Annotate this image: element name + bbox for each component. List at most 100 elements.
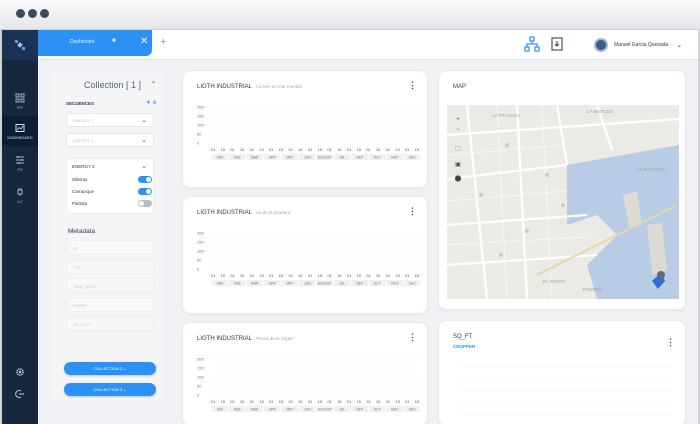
x-month-label: JUN xyxy=(304,282,311,286)
card-title: LIGTH INDUSTRIAL Ao de la ribadera xyxy=(197,210,291,216)
window-close-dot[interactable] xyxy=(16,9,25,18)
card-title: LIGTH INDUSTRIAL Pesca de la Virgen xyxy=(197,336,294,342)
image-chart-icon xyxy=(15,123,25,132)
chevron-down-icon[interactable]: ⌄ xyxy=(141,162,147,170)
x-month-label: APR xyxy=(269,156,277,160)
x-month-label: NOV xyxy=(391,282,399,286)
chevron-up-icon[interactable]: ⌃ xyxy=(150,80,157,89)
x-month-label: DEC xyxy=(409,408,417,412)
tab-dashboard[interactable]: Dashboard ■ ✕ xyxy=(38,30,152,56)
x-day-label: 15 xyxy=(298,147,303,152)
rail-item-grid[interactable]: KPI xyxy=(2,86,38,116)
x-day-label: 15 xyxy=(337,273,342,278)
sequences-label: SECUENCES xyxy=(66,101,95,106)
y-tick-label: 0 xyxy=(197,393,200,398)
add-tab-button[interactable]: + xyxy=(160,36,166,48)
x-day-label: 01 xyxy=(405,147,410,152)
x-month-label: JUL xyxy=(339,408,345,412)
x-day-label: 15 xyxy=(395,273,400,278)
x-day-label: 01 xyxy=(308,399,313,404)
fullscreen-icon[interactable]: ⬚ xyxy=(454,145,462,152)
toggle-switch[interactable] xyxy=(138,200,152,207)
toggle-switch[interactable] xyxy=(138,176,152,183)
x-day-label: 15 xyxy=(376,273,381,278)
x-day-label: 01 xyxy=(327,147,332,152)
rail-item-plug[interactable]: IoT xyxy=(2,180,38,210)
toggle-label: Palmita xyxy=(72,201,88,206)
y-tick-label: 150 xyxy=(197,240,204,245)
window-minimize-dot[interactable] xyxy=(28,9,37,18)
map-label: EL ROSTO xyxy=(543,279,566,284)
x-month-label: JUN xyxy=(304,408,311,412)
chart-card-2: LIGTH INDUSTRIAL Ao de la ribadera ⋮ 200 1… xyxy=(182,196,428,314)
toggle-switch[interactable] xyxy=(138,188,152,195)
map-label: LA MERCED xyxy=(587,109,614,114)
filter-settings-icon[interactable]: ▼ ⚙ xyxy=(146,100,157,106)
metadata-field[interactable]: ID xyxy=(66,240,154,255)
map-tiles: LA TRAVESIA LA MERCED LA MACOSTA EL ROST… xyxy=(447,105,679,299)
kebab-menu-icon[interactable]: ⋮ xyxy=(408,206,417,217)
x-month-label: APR xyxy=(269,408,277,412)
window-maximize-dot[interactable] xyxy=(40,9,49,18)
map-view[interactable]: LA TRAVESIA LA MERCED LA MACOSTA EL ROST… xyxy=(447,105,679,299)
sitemap-icon[interactable] xyxy=(524,36,540,52)
button-label: COLLECTION 3 ⌄ xyxy=(93,387,127,392)
x-month-label: AUGUST xyxy=(318,156,332,160)
x-month-label: MAR xyxy=(251,408,259,412)
metadata-field[interactable]: TIME_ZONE xyxy=(66,278,154,293)
pin-icon[interactable]: ■ xyxy=(112,38,116,44)
x-month-label: JUL xyxy=(339,156,345,160)
toggle-row: Palmita xyxy=(72,199,152,209)
document-download-icon[interactable] xyxy=(549,36,565,52)
metadata-field[interactable]: TST xyxy=(66,259,154,274)
tab-close-button[interactable]: ✕ xyxy=(140,36,148,47)
x-day-label: 15 xyxy=(240,399,245,404)
x-day-label: 01 xyxy=(405,399,410,404)
x-day-label: 15 xyxy=(318,399,323,404)
user-menu[interactable]: Manuel Garcia Quesada ⌄ xyxy=(594,38,682,52)
zoom-out-button[interactable]: − xyxy=(454,127,462,133)
x-day-label: 15 xyxy=(298,399,303,404)
x-month-label: OCT xyxy=(374,282,381,286)
x-day-label: 01 xyxy=(366,399,371,404)
x-day-label: 15 xyxy=(279,273,284,278)
app-logo[interactable] xyxy=(2,30,38,60)
x-day-label: 15 xyxy=(356,147,361,152)
collection-3-button[interactable]: COLLECTION 3 ⌄ xyxy=(64,383,156,396)
chart-card-3: LIGTH INDUSTRIAL Pesca de la Virgen ⋮ 200… xyxy=(182,322,428,424)
rail-logout[interactable] xyxy=(2,380,38,410)
metadata-field[interactable]: SHAPE xyxy=(66,297,154,312)
layers-icon[interactable]: ▣ xyxy=(454,161,462,168)
x-month-label: DEC xyxy=(409,156,417,160)
x-day-label: 15 xyxy=(415,399,420,404)
rail-item-sliders[interactable]: PV xyxy=(2,148,38,178)
kebab-menu-icon[interactable]: ⋮ xyxy=(408,80,417,91)
left-nav-rail: KPI DASHBOARD PV IoT xyxy=(2,30,38,424)
metadata-field[interactable]: SQ_FOOT xyxy=(66,316,154,331)
collection-2-button[interactable]: COLLECTION 2 ⌄ xyxy=(64,362,156,375)
x-day-label: 01 xyxy=(405,273,410,278)
button-label: COLLECTION 2 ⌄ xyxy=(93,366,127,371)
y-tick-label: 200 xyxy=(197,105,204,110)
y-tick-label: 50 xyxy=(197,384,202,389)
line-chart-1: 200 150 100 50 0 01 15 01 15 01 15 01 15 01 15 01 15 01 15… xyxy=(197,105,421,160)
x-day-label: 01 xyxy=(386,399,391,404)
card-title: MAP xyxy=(453,84,467,90)
kebab-menu-icon[interactable]: ⋮ xyxy=(408,332,417,343)
energy-1-select[interactable]: ENERGY 1 ⌄ xyxy=(66,113,154,127)
select-value: ENERGY 2 xyxy=(73,138,94,143)
zoom-in-button[interactable]: + xyxy=(454,117,462,123)
x-day-label: 01 xyxy=(386,147,391,152)
draw-icon[interactable]: ⬤ xyxy=(454,175,462,182)
rail-item-dashboard[interactable]: DASHBOARD xyxy=(2,116,38,146)
x-day-label: 01 xyxy=(366,273,371,278)
energy-2-select[interactable]: ENERGY 2 ⌄ xyxy=(66,133,154,147)
kebab-menu-icon[interactable]: ⋮ xyxy=(666,337,675,348)
x-day-label: 01 xyxy=(308,147,313,152)
x-day-label: 01 xyxy=(347,273,352,278)
x-day-label: 15 xyxy=(259,273,264,278)
metadata-title: Metadata xyxy=(68,228,96,235)
filter-panel: Collection [ 1 ] ⌃ SECUENCES ▼ ⚙ ENERGY … xyxy=(52,72,162,402)
rail-item-label: PV xyxy=(17,166,23,172)
y-tick-label: 100 xyxy=(197,375,204,380)
